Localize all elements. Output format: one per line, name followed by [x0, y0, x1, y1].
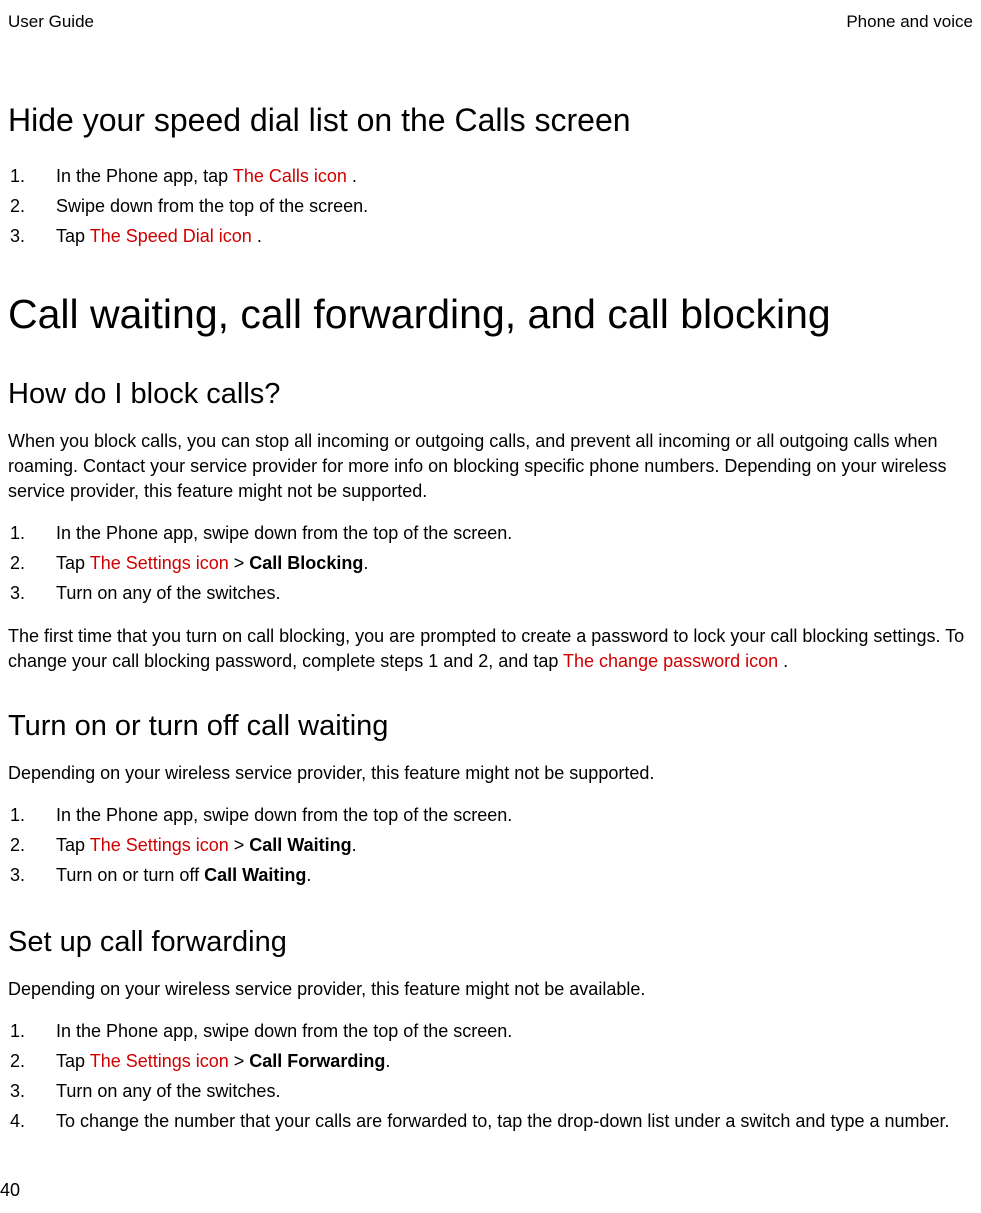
section1-steps: 1. In the Phone app, tap The Calls icon .…	[8, 163, 973, 251]
step-suffix: .	[347, 166, 357, 186]
list-item: 4. To change the number that your calls a…	[8, 1108, 973, 1136]
step-prefix: Tap	[56, 553, 90, 573]
step-mid: >	[229, 835, 250, 855]
step-text: Swipe down from the top of the screen.	[56, 196, 368, 216]
step-text: In the Phone app, swipe down from the to…	[56, 805, 512, 825]
settings-icon: The Settings icon	[90, 553, 229, 573]
step-num: 4.	[10, 1108, 25, 1136]
step-suffix: .	[252, 226, 262, 246]
list-item: 3. Tap The Speed Dial icon .	[8, 223, 973, 251]
section4-title: Set up call forwarding	[8, 926, 973, 959]
step-prefix: Tap	[56, 1051, 90, 1071]
section3-title: Turn on or turn off call waiting	[8, 710, 973, 743]
step-suffix: .	[385, 1051, 390, 1071]
step-bold: Call Waiting	[249, 835, 351, 855]
section4-intro: Depending on your wireless service provi…	[8, 977, 973, 1002]
page-number: 40	[0, 1180, 20, 1201]
section3-steps: 1. In the Phone app, swipe down from the …	[8, 802, 973, 890]
step-num: 2.	[10, 193, 25, 221]
step-suffix: .	[352, 835, 357, 855]
header-left: User Guide	[8, 12, 94, 32]
header-right: Phone and voice	[846, 12, 973, 32]
change-password-icon: The change password icon	[563, 651, 778, 671]
step-bold: Call Forwarding	[249, 1051, 385, 1071]
section2-outro: The first time that you turn on call blo…	[8, 624, 973, 674]
step-bold: Call Waiting	[204, 865, 306, 885]
step-text: Turn on any of the switches.	[56, 583, 280, 603]
list-item: 2. Swipe down from the top of the screen.	[8, 193, 973, 221]
step-num: 3.	[10, 862, 25, 890]
page-content: Hide your speed dial list on the Calls s…	[8, 102, 973, 1136]
list-item: 2. Tap The Settings icon > Call Blocking.	[8, 550, 973, 578]
step-bold: Call Blocking	[249, 553, 363, 573]
list-item: 2. Tap The Settings icon > Call Waiting.	[8, 832, 973, 860]
step-num: 3.	[10, 223, 25, 251]
step-mid: >	[229, 553, 250, 573]
list-item: 2. Tap The Settings icon > Call Forwardin…	[8, 1048, 973, 1076]
section2-intro: When you block calls, you can stop all i…	[8, 429, 973, 505]
step-num: 1.	[10, 520, 25, 548]
section4-steps: 1. In the Phone app, swipe down from the …	[8, 1018, 973, 1136]
step-suffix: .	[306, 865, 311, 885]
step-text: In the Phone app, tap	[56, 166, 233, 186]
step-prefix: Tap	[56, 835, 90, 855]
settings-icon: The Settings icon	[90, 835, 229, 855]
step-prefix: Turn on or turn off	[56, 865, 204, 885]
list-item: 3. Turn on any of the switches.	[8, 580, 973, 608]
step-text: Tap	[56, 226, 90, 246]
step-text: Turn on any of the switches.	[56, 1081, 280, 1101]
step-text: To change the number that your calls are…	[56, 1111, 950, 1131]
step-num: 2.	[10, 1048, 25, 1076]
step-num: 3.	[10, 580, 25, 608]
outro-suffix: .	[778, 651, 788, 671]
speed-dial-icon: The Speed Dial icon	[90, 226, 252, 246]
step-text: In the Phone app, swipe down from the to…	[56, 1021, 512, 1041]
step-text: In the Phone app, swipe down from the to…	[56, 523, 512, 543]
calls-icon: The Calls icon	[233, 166, 347, 186]
list-item: 1. In the Phone app, swipe down from the …	[8, 520, 973, 548]
settings-icon: The Settings icon	[90, 1051, 229, 1071]
list-item: 1. In the Phone app, swipe down from the …	[8, 802, 973, 830]
step-mid: >	[229, 1051, 250, 1071]
list-item: 1. In the Phone app, tap The Calls icon .	[8, 163, 973, 191]
section2-steps: 1. In the Phone app, swipe down from the …	[8, 520, 973, 608]
section1-title: Hide your speed dial list on the Calls s…	[8, 102, 973, 139]
step-num: 1.	[10, 163, 25, 191]
section3-intro: Depending on your wireless service provi…	[8, 761, 973, 786]
step-num: 3.	[10, 1078, 25, 1106]
step-num: 1.	[10, 1018, 25, 1046]
list-item: 1. In the Phone app, swipe down from the …	[8, 1018, 973, 1046]
step-num: 2.	[10, 832, 25, 860]
section2-title: How do I block calls?	[8, 378, 973, 411]
step-num: 1.	[10, 802, 25, 830]
step-num: 2.	[10, 550, 25, 578]
list-item: 3. Turn on or turn off Call Waiting.	[8, 862, 973, 890]
outro-prefix: The first time that you turn on call blo…	[8, 626, 964, 671]
page-header: User Guide Phone and voice	[8, 12, 973, 32]
list-item: 3. Turn on any of the switches.	[8, 1078, 973, 1106]
step-suffix: .	[363, 553, 368, 573]
main-heading: Call waiting, call forwarding, and call …	[8, 291, 973, 338]
